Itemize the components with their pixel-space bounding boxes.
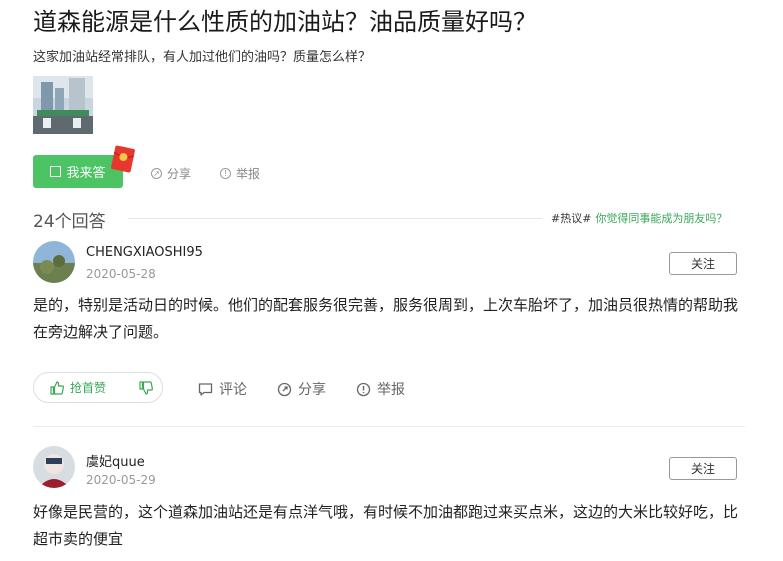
share-icon: ↗ <box>151 168 162 179</box>
avatar[interactable] <box>33 241 75 283</box>
red-packet-icon <box>110 144 137 174</box>
answer-report-button[interactable]: 举报 <box>356 379 405 399</box>
follow-button[interactable]: 关注 <box>669 252 737 275</box>
edit-icon <box>50 166 62 177</box>
downvote-button[interactable] <box>130 373 162 402</box>
question-share-label: 分享 <box>167 167 192 181</box>
avatar[interactable] <box>33 446 75 488</box>
question-share-button[interactable]: ↗ 分享 <box>151 165 191 182</box>
answer-button[interactable]: 我来答 <box>33 155 123 188</box>
answer-count: 24个回答 <box>33 212 106 232</box>
username[interactable]: 虞妃quue <box>86 451 145 470</box>
upvote-button[interactable]: 抢首赞 <box>34 379 130 396</box>
divider <box>128 218 542 219</box>
report-icon <box>356 382 371 396</box>
comment-label: 评论 <box>219 382 247 398</box>
answer-text: 好像是民营的，这个道森加油站还是有点洋气哦，有时候不加油都跑过来买点米，这边的大… <box>33 503 739 548</box>
answer-date: 2020-05-29 <box>86 473 156 487</box>
hot-topic-tag: #热议# <box>551 212 592 225</box>
answer-report-label: 举报 <box>377 382 405 398</box>
answer-text: 是的，特别是活动日的时候。他们的配套服务很完善，服务很周到，上次车胎坏了，加油员… <box>33 296 739 341</box>
answer-divider <box>33 426 745 427</box>
follow-button[interactable]: 关注 <box>669 457 737 480</box>
answer-share-label: 分享 <box>298 382 326 398</box>
question-title: 道森能源是什么性质的加油站？油品质量好吗？ <box>33 8 537 36</box>
answer-date: 2020-05-28 <box>86 267 156 281</box>
hot-topic-link[interactable]: 你觉得同事能成为朋友吗？ <box>595 212 727 225</box>
comment-icon <box>198 382 213 396</box>
share-icon <box>277 382 292 396</box>
follow-button-label: 关注 <box>690 462 715 476</box>
username[interactable]: CHENGXIAOSHI95 <box>86 245 203 260</box>
upvote-label: 抢首赞 <box>70 381 107 395</box>
question-image-thumbnail[interactable] <box>33 76 93 134</box>
question-description: 这家加油站经常排队，有人加过他们的油吗？质量怎么样？ <box>33 50 372 65</box>
hot-topic[interactable]: #热议# 你觉得同事能成为朋友吗？ <box>551 210 727 226</box>
vote-bar: 抢首赞 <box>33 372 163 403</box>
comment-button[interactable]: 评论 <box>198 379 247 399</box>
thumbs-down-icon <box>139 380 153 395</box>
question-report-label: 举报 <box>236 167 261 181</box>
report-icon: ! <box>220 168 231 179</box>
follow-button-label: 关注 <box>690 257 715 271</box>
answer-button-label: 我来答 <box>66 166 106 181</box>
question-report-button[interactable]: ! 举报 <box>220 165 260 182</box>
thumbs-up-icon <box>50 380 64 395</box>
answer-share-button[interactable]: 分享 <box>277 379 326 399</box>
